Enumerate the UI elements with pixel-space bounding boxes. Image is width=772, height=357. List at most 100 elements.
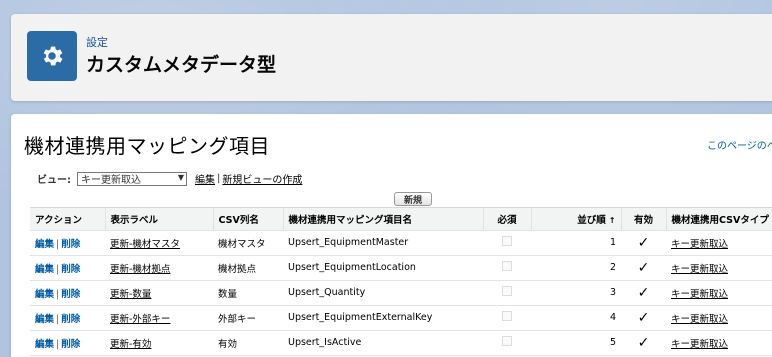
chevron-down-icon: ▼: [177, 172, 184, 182]
unchecked-box-icon: [502, 261, 512, 271]
action-separator: |: [56, 263, 60, 275]
column-header-csv[interactable]: CSV列名: [213, 208, 284, 231]
column-header-type[interactable]: 機材連携用CSVタイプ: [666, 208, 772, 231]
column-header-order[interactable]: 並び順 ↑: [531, 208, 622, 231]
delete-link[interactable]: 削除: [61, 264, 80, 275]
cell-type: キー更新取込: [666, 280, 772, 306]
record-label-link[interactable]: 更新-数量: [110, 289, 151, 300]
cell-active: ✓: [621, 305, 666, 331]
csv-type-link[interactable]: キー更新取込: [671, 339, 728, 350]
action-separator: |: [56, 288, 60, 300]
cell-order: 3: [531, 280, 621, 306]
cell-type: キー更新取込: [666, 330, 772, 356]
column-header-label[interactable]: 表示ラベル: [105, 208, 214, 231]
record-label-link[interactable]: 更新-機材拠点: [110, 264, 170, 275]
new-button[interactable]: 新規: [394, 192, 432, 206]
cell-csv: 機材マスタ: [213, 230, 283, 256]
edit-link[interactable]: 編集: [35, 314, 54, 325]
cell-label: 更新-機材拠点: [105, 255, 213, 281]
record-label-link[interactable]: 更新-有効: [110, 339, 151, 350]
cell-csv: 機材拠点: [213, 255, 283, 281]
cell-csv: 外部キー: [213, 305, 283, 331]
cell-active: ✓: [621, 330, 666, 356]
sort-asc-icon: ↑: [608, 215, 616, 225]
view-select[interactable]: キー更新取込 ▼: [77, 171, 187, 186]
unchecked-box-icon: [502, 336, 512, 346]
table-row: 編集 | 削除 更新-有効 有効 Upsert_IsActive 5 ✓ キー更新取…: [30, 330, 772, 356]
view-select-value: キー更新取込: [81, 175, 141, 186]
table-row: 編集 | 削除 更新-数量 数量 Upsert_Quantity 3 ✓ キー更新取…: [30, 280, 772, 306]
help-link[interactable]: このページのヘル: [707, 137, 772, 152]
edit-link[interactable]: 編集: [35, 239, 54, 250]
row-actions: 編集 | 削除: [30, 255, 105, 281]
unchecked-box-icon: [502, 311, 512, 321]
record-label-link[interactable]: 更新-機材マスタ: [110, 239, 180, 250]
setup-icon-box: [27, 31, 77, 81]
cell-label: 更新-有効: [105, 330, 213, 356]
cell-required: [483, 305, 531, 331]
cell-label: 更新-数量: [105, 280, 213, 306]
cell-active: ✓: [621, 230, 666, 256]
checkmark-icon: ✓: [637, 234, 650, 251]
cell-required: [483, 330, 531, 356]
cell-label: 更新-機材マスタ: [105, 230, 213, 256]
page-title: カスタムメタデータ型: [86, 54, 277, 76]
checkmark-icon: ✓: [637, 284, 650, 301]
action-separator: |: [56, 313, 60, 325]
csv-type-link[interactable]: キー更新取込: [671, 239, 728, 250]
separator: |: [217, 173, 221, 184]
cell-csv: 数量: [213, 280, 283, 306]
records-table: アクション 表示ラベル CSV列名 機材連携用マッピング項目名 必須 並び順 ↑ …: [30, 207, 772, 356]
cell-name: Upsert_EquipmentMaster: [283, 230, 483, 256]
csv-type-link[interactable]: キー更新取込: [671, 289, 728, 300]
column-header-action: アクション: [30, 208, 106, 231]
edit-link[interactable]: 編集: [35, 264, 54, 275]
cell-required: [483, 230, 531, 256]
cell-label: 更新-外部キー: [105, 305, 213, 331]
cell-type: キー更新取込: [666, 305, 772, 331]
csv-type-link[interactable]: キー更新取込: [671, 264, 728, 275]
view-selector-row: ビュー: キー更新取込 ▼ 編集 | 新規ビューの作成: [37, 171, 302, 186]
cell-order: 1: [531, 230, 621, 256]
list-view-card: 機材連携用マッピング項目 このページのヘル ビュー: キー更新取込 ▼ 編集 |…: [11, 114, 772, 357]
delete-link[interactable]: 削除: [61, 289, 80, 300]
row-actions: 編集 | 削除: [30, 230, 105, 256]
edit-link[interactable]: 編集: [35, 289, 54, 300]
cell-csv: 有効: [213, 330, 283, 356]
cell-active: ✓: [621, 280, 666, 306]
row-actions: 編集 | 削除: [30, 330, 105, 356]
table-row: 編集 | 削除 更新-機材拠点 機材拠点 Upsert_EquipmentLocat…: [30, 255, 772, 281]
checkmark-icon: ✓: [637, 259, 650, 276]
cell-type: キー更新取込: [666, 255, 772, 281]
cell-order: 2: [531, 255, 621, 281]
cell-required: [483, 280, 531, 306]
unchecked-box-icon: [502, 236, 512, 246]
cell-order: 5: [531, 330, 621, 356]
delete-link[interactable]: 削除: [61, 339, 80, 350]
row-actions: 編集 | 削除: [30, 280, 105, 306]
column-header-active[interactable]: 有効: [621, 208, 667, 231]
column-header-required[interactable]: 必須: [483, 208, 532, 231]
checkmark-icon: ✓: [637, 334, 650, 351]
breadcrumb-setup[interactable]: 設定: [86, 34, 108, 50]
cell-active: ✓: [621, 255, 666, 281]
new-view-link[interactable]: 新規ビューの作成: [222, 171, 302, 186]
delete-link[interactable]: 削除: [61, 314, 80, 325]
row-actions: 編集 | 削除: [30, 305, 105, 331]
table-row: 編集 | 削除 更新-外部キー 外部キー Upsert_EquipmentExter…: [30, 305, 772, 331]
column-header-order-label: 並び順: [577, 214, 606, 226]
column-header-name[interactable]: 機材連携用マッピング項目名: [283, 208, 484, 231]
unchecked-box-icon: [502, 286, 512, 296]
delete-link[interactable]: 削除: [61, 239, 80, 250]
edit-link[interactable]: 編集: [35, 339, 54, 350]
record-label-link[interactable]: 更新-外部キー: [110, 314, 170, 325]
table-header-row: アクション 表示ラベル CSV列名 機材連携用マッピング項目名 必須 並び順 ↑ …: [30, 208, 772, 231]
checkmark-icon: ✓: [637, 309, 650, 326]
list-title: 機材連携用マッピング項目: [24, 134, 270, 158]
cell-name: Upsert_EquipmentLocation: [283, 255, 483, 281]
table-row: 編集 | 削除 更新-機材マスタ 機材マスタ Upsert_EquipmentMas…: [30, 230, 772, 256]
cell-required: [483, 255, 531, 281]
csv-type-link[interactable]: キー更新取込: [671, 314, 728, 325]
cell-type: キー更新取込: [666, 230, 772, 256]
edit-view-link[interactable]: 編集: [195, 171, 215, 186]
